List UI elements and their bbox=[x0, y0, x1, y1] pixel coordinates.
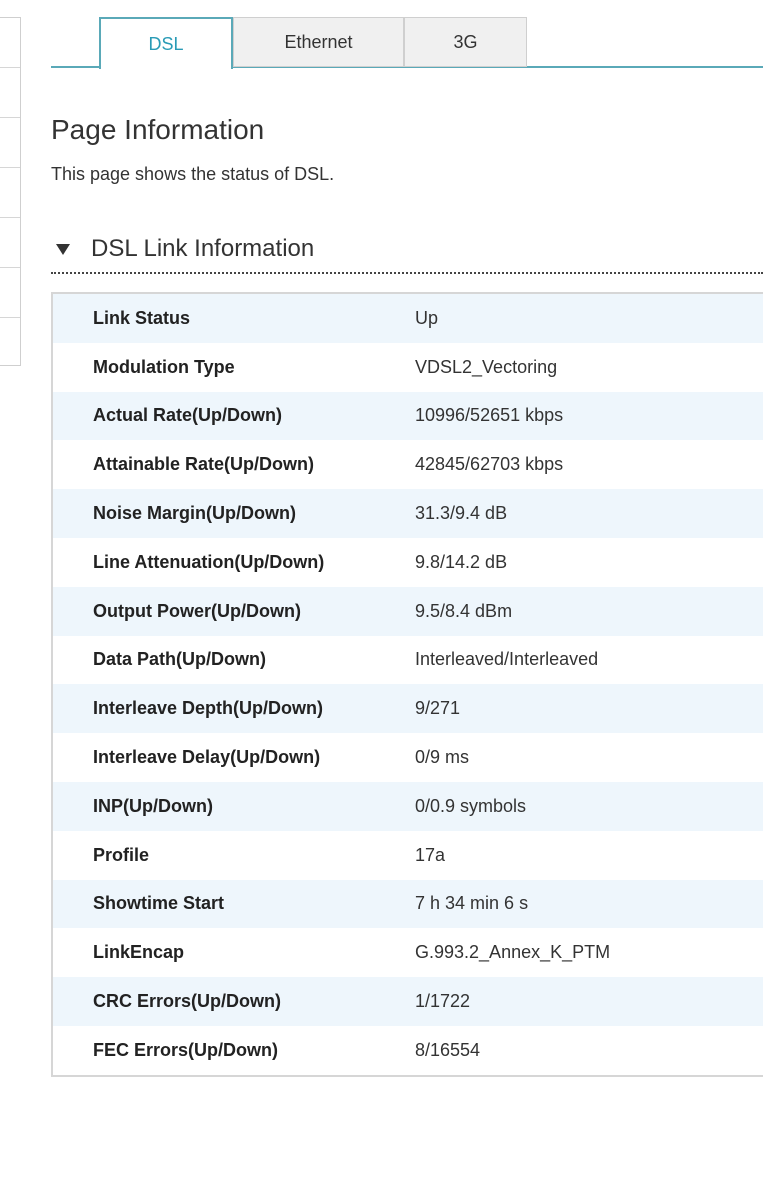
table-row: Interleave Delay(Up/Down) 0/9 ms bbox=[53, 733, 763, 782]
row-label: CRC Errors(Up/Down) bbox=[93, 991, 281, 1012]
row-value: Up bbox=[415, 307, 439, 328]
row-label: Interleave Delay(Up/Down) bbox=[93, 747, 321, 768]
table-row: Data Path(Up/Down) Interleaved/Interleave… bbox=[53, 635, 763, 685]
row-value: 10996/52651 kbps bbox=[415, 405, 564, 426]
sidebar-item[interactable] bbox=[0, 18, 20, 68]
row-label: Data Path(Up/Down) bbox=[93, 649, 266, 670]
row-label: Interleave Depth(Up/Down) bbox=[93, 698, 324, 719]
table-row: LinkEncap G.993.2_Annex_K_PTM bbox=[53, 928, 763, 978]
status-tabs: DSL Ethernet 3G bbox=[51, 17, 763, 69]
row-value: 9/271 bbox=[415, 698, 461, 719]
dsl-info-table: Link Status Up Modulation Type VDSL2_Vector… bbox=[51, 292, 763, 1077]
section-header-dsl-link[interactable]: DSL Link Information bbox=[51, 226, 763, 274]
tab-3g[interactable]: 3G bbox=[404, 17, 527, 67]
row-value: 7 h 34 min 6 s bbox=[415, 893, 529, 914]
table-row: CRC Errors(Up/Down) 1/1722 bbox=[53, 977, 763, 1026]
row-value: VDSL2_Vectoring bbox=[415, 356, 558, 377]
row-value: G.993.2_Annex_K_PTM bbox=[415, 942, 611, 963]
row-value: 1/1722 bbox=[415, 991, 471, 1012]
sidebar-menu bbox=[0, 17, 21, 366]
table-row: Interleave Depth(Up/Down) 9/271 bbox=[53, 684, 763, 734]
tab-ethernet[interactable]: Ethernet bbox=[233, 17, 404, 67]
table-row: Noise Margin(Up/Down) 31.3/9.4 dB bbox=[53, 489, 763, 538]
page-description: This page shows the status of DSL. bbox=[51, 164, 335, 184]
page-title: Page Information bbox=[51, 114, 265, 145]
row-value: 9.8/14.2 dB bbox=[415, 551, 508, 572]
table-row: Actual Rate(Up/Down) 10996/52651 kbps bbox=[53, 391, 763, 441]
section-title: DSL Link Information bbox=[91, 235, 315, 262]
table-row: Profile 17a bbox=[53, 830, 763, 880]
row-value: 0/0.9 symbols bbox=[415, 795, 527, 816]
table-row: Output Power(Up/Down) 9.5/8.4 dBm bbox=[53, 586, 763, 636]
row-label: Modulation Type bbox=[93, 356, 235, 377]
sidebar-item[interactable] bbox=[0, 318, 20, 368]
row-label: LinkEncap bbox=[93, 942, 185, 963]
row-label: Line Attenuation(Up/Down) bbox=[93, 551, 325, 572]
sidebar-item[interactable] bbox=[0, 218, 20, 268]
sidebar-item[interactable] bbox=[0, 168, 20, 218]
row-label: Showtime Start bbox=[93, 893, 225, 914]
page: DSL Ethernet 3G Page Information This pa… bbox=[0, 0, 763, 1200]
row-value: 31.3/9.4 dB bbox=[415, 503, 508, 524]
tab-dsl[interactable]: DSL bbox=[99, 17, 233, 69]
sidebar-item[interactable] bbox=[0, 268, 20, 318]
triangle-down-icon[interactable] bbox=[54, 240, 72, 258]
row-value: 42845/62703 kbps bbox=[415, 454, 564, 475]
table-row: Line Attenuation(Up/Down) 9.8/14.2 dB bbox=[53, 537, 763, 587]
row-label: Attainable Rate(Up/Down) bbox=[93, 454, 315, 475]
table-row: Showtime Start 7 h 34 min 6 s bbox=[53, 879, 763, 929]
row-label: Noise Margin(Up/Down) bbox=[93, 503, 296, 524]
table-row: Link Status Up bbox=[53, 294, 763, 343]
row-value: Interleaved/Interleaved bbox=[415, 649, 599, 670]
sidebar-item[interactable] bbox=[0, 68, 20, 118]
row-label: Actual Rate(Up/Down) bbox=[93, 405, 282, 426]
table-row: FEC Errors(Up/Down) 8/16554 bbox=[53, 1025, 763, 1075]
row-label: Output Power(Up/Down) bbox=[93, 600, 301, 621]
row-value: 17a bbox=[415, 844, 446, 865]
row-label: Profile bbox=[93, 844, 150, 865]
row-value: 9.5/8.4 dBm bbox=[415, 600, 513, 621]
table-row: Modulation Type VDSL2_Vectoring bbox=[53, 342, 763, 392]
table-row: Attainable Rate(Up/Down) 42845/62703 kbps bbox=[53, 440, 763, 490]
row-label: INP(Up/Down) bbox=[93, 795, 213, 816]
row-label: Link Status bbox=[93, 307, 191, 328]
row-label: FEC Errors(Up/Down) bbox=[93, 1039, 279, 1060]
row-value: 8/16554 bbox=[415, 1039, 481, 1060]
sidebar-item[interactable] bbox=[0, 118, 20, 168]
row-value: 0/9 ms bbox=[415, 747, 470, 768]
table-row: INP(Up/Down) 0/0.9 symbols bbox=[53, 781, 763, 831]
